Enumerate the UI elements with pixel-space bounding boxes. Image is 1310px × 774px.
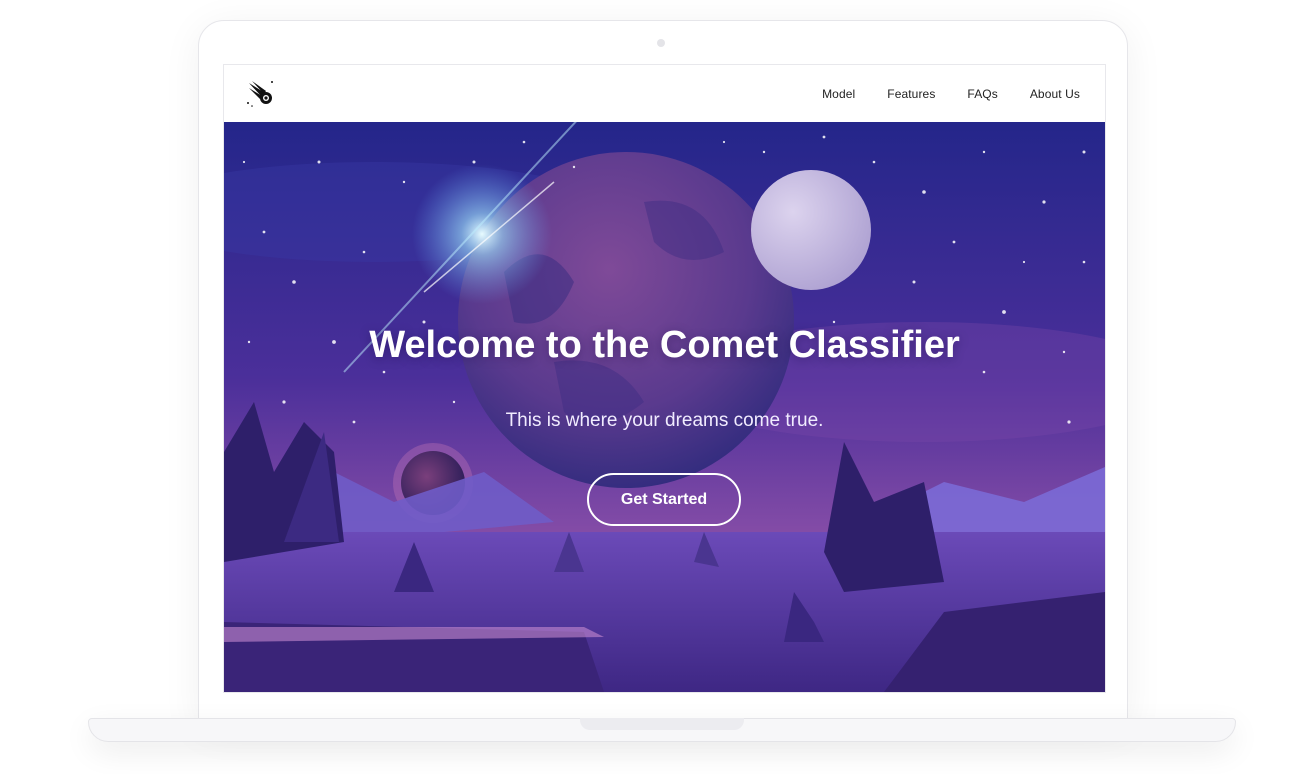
comet-icon[interactable] [246,79,276,109]
space-illustration [224,122,1105,692]
hero-section: Welcome to the Comet Classifier This is … [224,122,1105,692]
browser-screen: Model Features FAQs About Us Welcome to … [223,64,1106,693]
top-navbar: Model Features FAQs About Us [224,65,1105,122]
camera-dot [657,39,665,47]
hero-title: Welcome to the Comet Classifier [369,324,960,366]
nav-link-model[interactable]: Model [822,87,855,101]
laptop-notch [580,718,744,730]
nav-link-faqs[interactable]: FAQs [967,87,997,101]
nav-links: Model Features FAQs About Us [822,65,1080,122]
nav-link-features[interactable]: Features [887,87,935,101]
get-started-button[interactable]: Get Started [587,473,741,526]
nav-link-about-us[interactable]: About Us [1030,87,1080,101]
hero-subtitle: This is where your dreams come true. [505,410,824,431]
